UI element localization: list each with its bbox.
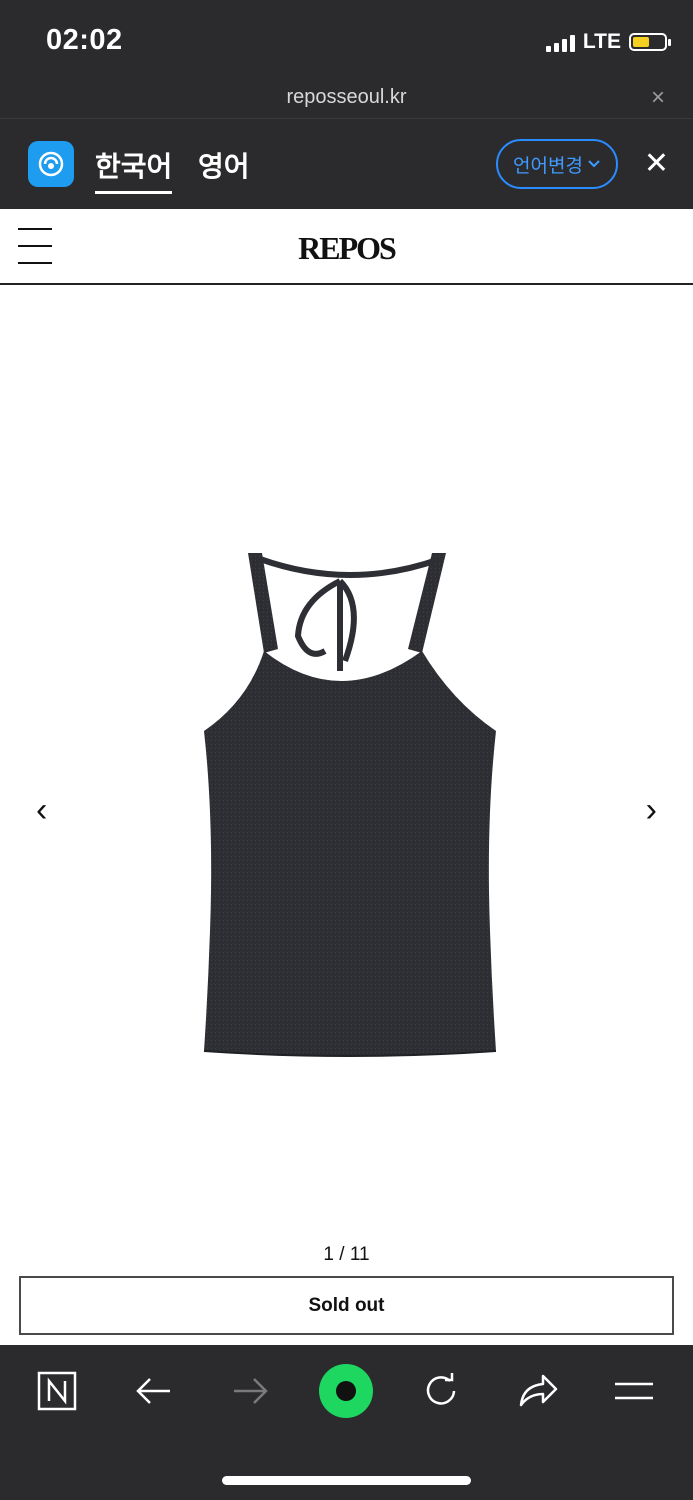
site-header: REPOS [0, 210, 693, 285]
tab-korean[interactable]: 한국어 [95, 145, 173, 194]
home-indicator [222, 1476, 471, 1485]
translate-bar: 한국어 영어 언어변경 ✕ [0, 119, 693, 209]
battery-icon [629, 33, 671, 51]
naver-home-icon[interactable] [27, 1365, 87, 1417]
translate-close-icon[interactable]: ✕ [644, 149, 669, 179]
next-arrow-icon[interactable]: › [646, 791, 657, 830]
reload-icon[interactable] [411, 1365, 471, 1417]
chevron-down-icon [588, 160, 600, 168]
url-close-icon[interactable]: × [651, 84, 665, 112]
status-indicators: LTE [545, 30, 671, 54]
change-language-button[interactable]: 언어변경 [496, 139, 618, 189]
status-bar: 02:02 LTE [0, 0, 693, 80]
network-label: LTE [582, 30, 621, 53]
url-bar[interactable]: reposseoul.kr × [0, 80, 693, 119]
product-gallery: ‹ › [0, 286, 693, 1246]
tab-english[interactable]: 영어 [198, 145, 250, 185]
url-text[interactable]: reposseoul.kr [0, 86, 693, 109]
back-icon[interactable] [124, 1365, 184, 1417]
product-image [203, 553, 497, 1057]
prev-arrow-icon[interactable]: ‹ [36, 791, 47, 830]
status-time: 02:02 [46, 24, 123, 56]
forward-icon[interactable] [220, 1365, 280, 1417]
page-counter: 1 / 11 [323, 1244, 370, 1265]
sold-out-button[interactable]: Sold out [19, 1276, 674, 1335]
papago-icon[interactable] [28, 141, 74, 187]
brand-logo[interactable]: REPOS [0, 230, 693, 267]
menu-icon[interactable] [604, 1365, 664, 1417]
green-dot-icon[interactable] [316, 1364, 376, 1418]
change-language-label: 언어변경 [513, 155, 583, 177]
signal-icon [545, 32, 575, 52]
share-icon[interactable] [508, 1365, 568, 1417]
